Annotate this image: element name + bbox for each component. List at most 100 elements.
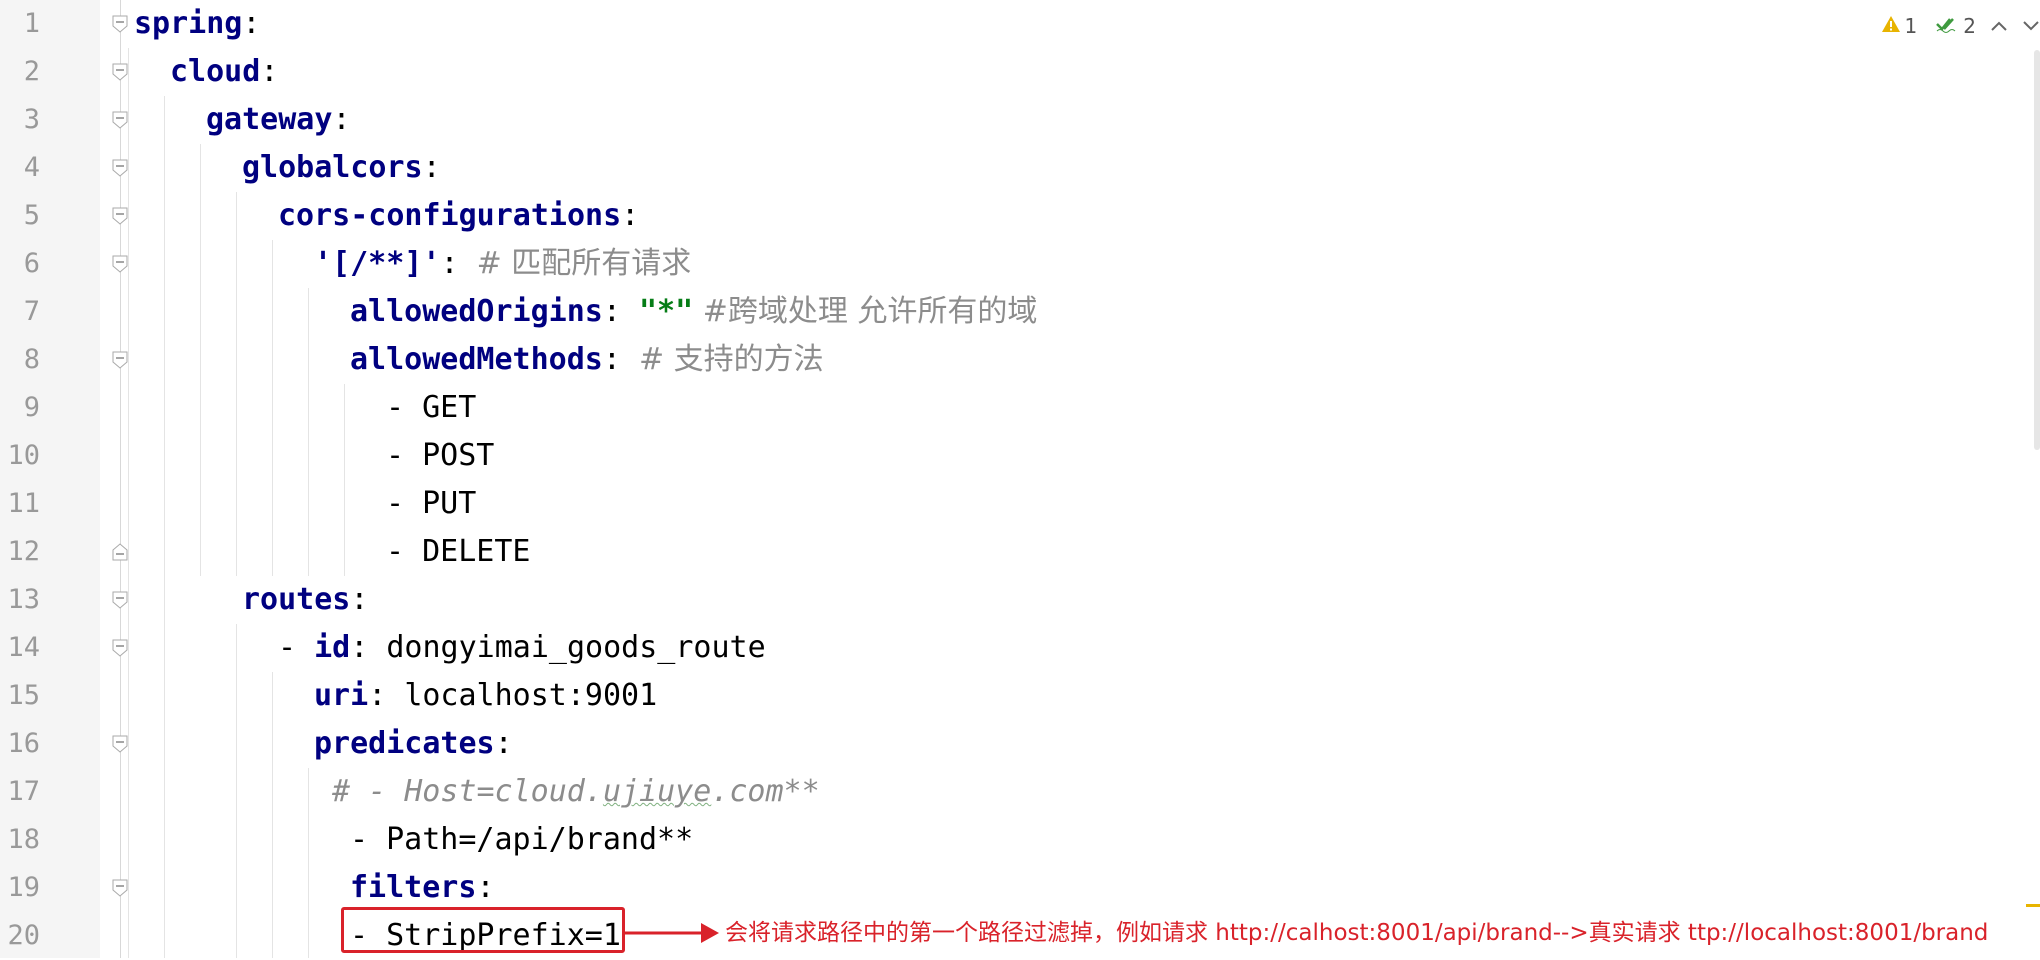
line-number: 17	[7, 776, 40, 807]
yaml-value: dongyimai_goods_route	[386, 630, 766, 665]
indent-guide	[200, 144, 201, 576]
inspection-widget: 1 2	[1877, 8, 2040, 44]
line-number: 12	[7, 536, 40, 567]
yaml-key: predicates	[314, 726, 495, 761]
code-line[interactable]: spring:	[134, 0, 260, 48]
indent-guide	[164, 96, 165, 958]
fold-open-icon[interactable]	[112, 159, 128, 177]
yaml-comment: .com**	[711, 774, 820, 809]
yaml-colon: :	[332, 102, 351, 137]
yaml-list-item: - PUT	[386, 486, 477, 521]
line-number: 11	[7, 488, 40, 519]
line-number: 7	[23, 296, 40, 327]
indent-guide	[272, 240, 273, 576]
yaml-list-item: - GET	[386, 390, 477, 425]
fold-open-icon[interactable]	[112, 879, 128, 897]
yaml-comment: # - Host=cloud.	[332, 774, 603, 809]
yaml-key: routes	[242, 582, 351, 617]
code-line[interactable]: - Path=/api/brand**	[350, 816, 693, 864]
yaml-colon: :	[242, 6, 261, 41]
code-line[interactable]: globalcors:	[242, 144, 441, 192]
code-line[interactable]: filters:	[350, 864, 495, 912]
code-line[interactable]: gateway:	[206, 96, 351, 144]
fold-open-icon[interactable]	[112, 207, 128, 225]
yaml-value: localhost:9001	[404, 678, 658, 713]
chevron-down-icon[interactable]	[2022, 20, 2040, 32]
code-line[interactable]: - GET	[386, 384, 476, 432]
yaml-colon: :	[368, 678, 405, 713]
indent-guide	[236, 192, 237, 576]
indent-guide	[308, 768, 309, 958]
warning-icon	[1881, 14, 1901, 38]
fold-open-icon[interactable]	[112, 255, 128, 273]
line-number: 6	[23, 248, 40, 279]
yaml-colon: :	[422, 150, 441, 185]
yaml-list-item: - DELETE	[386, 534, 531, 569]
line-number: 3	[23, 104, 40, 135]
warning-count: 1	[1904, 14, 1918, 38]
code-line[interactable]: - PUT	[386, 480, 476, 528]
yaml-comment: # 支持的方法	[639, 342, 824, 377]
line-number: 4	[23, 152, 40, 183]
yaml-key: uri	[314, 678, 369, 713]
code-line[interactable]: - POST	[386, 432, 494, 480]
yaml-colon: :	[440, 246, 477, 281]
fold-end-icon[interactable]	[112, 543, 128, 561]
annotation-arrow-icon	[625, 923, 719, 943]
line-number: 13	[7, 584, 40, 615]
code-line[interactable]: uri: localhost:9001	[314, 672, 657, 720]
code-line[interactable]: cors-configurations:	[278, 192, 639, 240]
code-line[interactable]: - DELETE	[386, 528, 531, 576]
yaml-key: gateway	[206, 102, 333, 137]
fold-open-icon[interactable]	[112, 351, 128, 369]
code-line[interactable]: routes:	[242, 576, 368, 624]
code-line[interactable]: - id: dongyimai_goods_route	[278, 624, 766, 672]
line-number: 18	[7, 824, 40, 855]
indent-guide	[308, 288, 309, 576]
yaml-colon: :	[602, 342, 639, 377]
fold-open-icon[interactable]	[112, 639, 128, 657]
code-line[interactable]: cloud:	[170, 48, 278, 96]
vertical-scrollbar[interactable]	[2034, 50, 2040, 450]
yaml-key: filters	[350, 870, 477, 905]
code-line[interactable]: predicates:	[314, 720, 513, 768]
indent-guide	[236, 624, 237, 958]
line-number: 9	[23, 392, 40, 423]
yaml-dash: -	[278, 630, 315, 665]
yaml-comment: # 匹配所有请求	[476, 246, 692, 281]
code-line[interactable]: # - Host=cloud.ujiuye.com**	[332, 768, 820, 816]
warning-indicator[interactable]: 1	[1877, 14, 1918, 38]
weak-warning-indicator[interactable]: 2	[1931, 14, 1976, 38]
yaml-colon: :	[350, 630, 387, 665]
yaml-colon: :	[260, 54, 279, 89]
yaml-colon: :	[621, 198, 640, 233]
yaml-colon: :	[476, 870, 495, 905]
yaml-key: cloud	[170, 54, 261, 89]
line-number: 1	[23, 8, 40, 39]
yaml-key: spring	[134, 6, 243, 41]
fold-open-icon[interactable]	[112, 15, 128, 33]
annotation-text: 会将请求路径中的第一个路径过滤掉，例如请求 http://calhost:800…	[725, 920, 1989, 946]
code-line[interactable]: allowedMethods: # 支持的方法	[350, 336, 824, 384]
spelling-squiggle: ujiuye	[602, 774, 712, 809]
yaml-colon: :	[350, 582, 369, 617]
code-line[interactable]: '[/**]': # 匹配所有请求	[314, 240, 691, 288]
yaml-key: globalcors	[242, 150, 423, 185]
line-number: 15	[7, 680, 40, 711]
annotation-highlight-box	[341, 907, 625, 953]
yaml-colon: :	[602, 294, 639, 329]
line-number: 10	[7, 440, 40, 471]
line-number: 16	[7, 728, 40, 759]
fold-open-icon[interactable]	[112, 735, 128, 753]
line-number: 2	[23, 56, 40, 87]
indent-guide	[128, 48, 129, 958]
warning-marker[interactable]	[2026, 904, 2040, 907]
fold-open-icon[interactable]	[112, 63, 128, 81]
weak-warning-count: 2	[1963, 14, 1976, 38]
code-line[interactable]: allowedOrigins: "*" #跨域处理 允许所有的域	[350, 288, 1037, 336]
yaml-list-item: - POST	[386, 438, 495, 473]
fold-open-icon[interactable]	[112, 111, 128, 129]
chevron-up-icon[interactable]	[1990, 20, 2008, 32]
fold-open-icon[interactable]	[112, 591, 128, 609]
yaml-key: allowedOrigins	[350, 294, 603, 329]
